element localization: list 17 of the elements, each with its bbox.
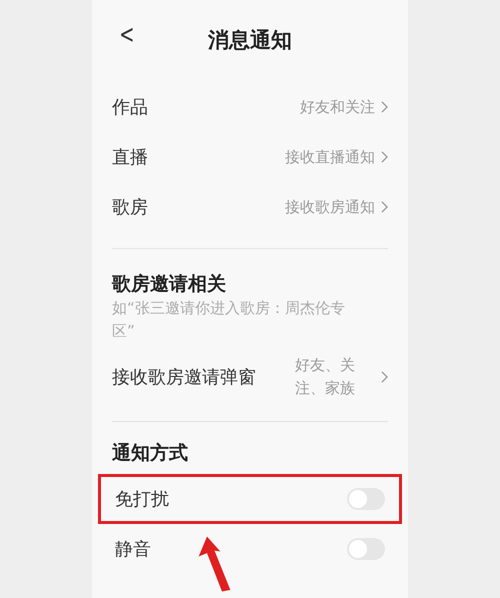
settings-row[interactable]: 直播 接收直播通知 bbox=[112, 132, 388, 182]
back-button[interactable]: < bbox=[116, 20, 138, 50]
toggle-switch[interactable] bbox=[347, 488, 385, 510]
settings-row[interactable]: 接收歌房邀请弹窗 好友、关注、家族 bbox=[112, 349, 388, 405]
settings-row[interactable]: 歌房 接收歌房通知 bbox=[112, 182, 388, 232]
chevron-icon bbox=[381, 151, 388, 163]
toggle-switch[interactable] bbox=[347, 538, 385, 560]
section-description: 如“张三邀请你进入歌房：周杰伦专区” bbox=[112, 298, 346, 342]
section-heading: 通知方式 bbox=[112, 441, 189, 466]
section-heading: 歌房邀请相关 bbox=[112, 272, 227, 297]
page-title: 消息通知 bbox=[208, 27, 292, 54]
chevron-icon bbox=[381, 101, 388, 113]
toggle-label: 免打扰 bbox=[115, 488, 170, 511]
settings-row[interactable]: 作品 好友和关注 bbox=[112, 82, 388, 132]
chevron-icon bbox=[381, 201, 388, 213]
chevron-icon bbox=[381, 371, 388, 383]
toggle-label: 静音 bbox=[115, 538, 152, 561]
